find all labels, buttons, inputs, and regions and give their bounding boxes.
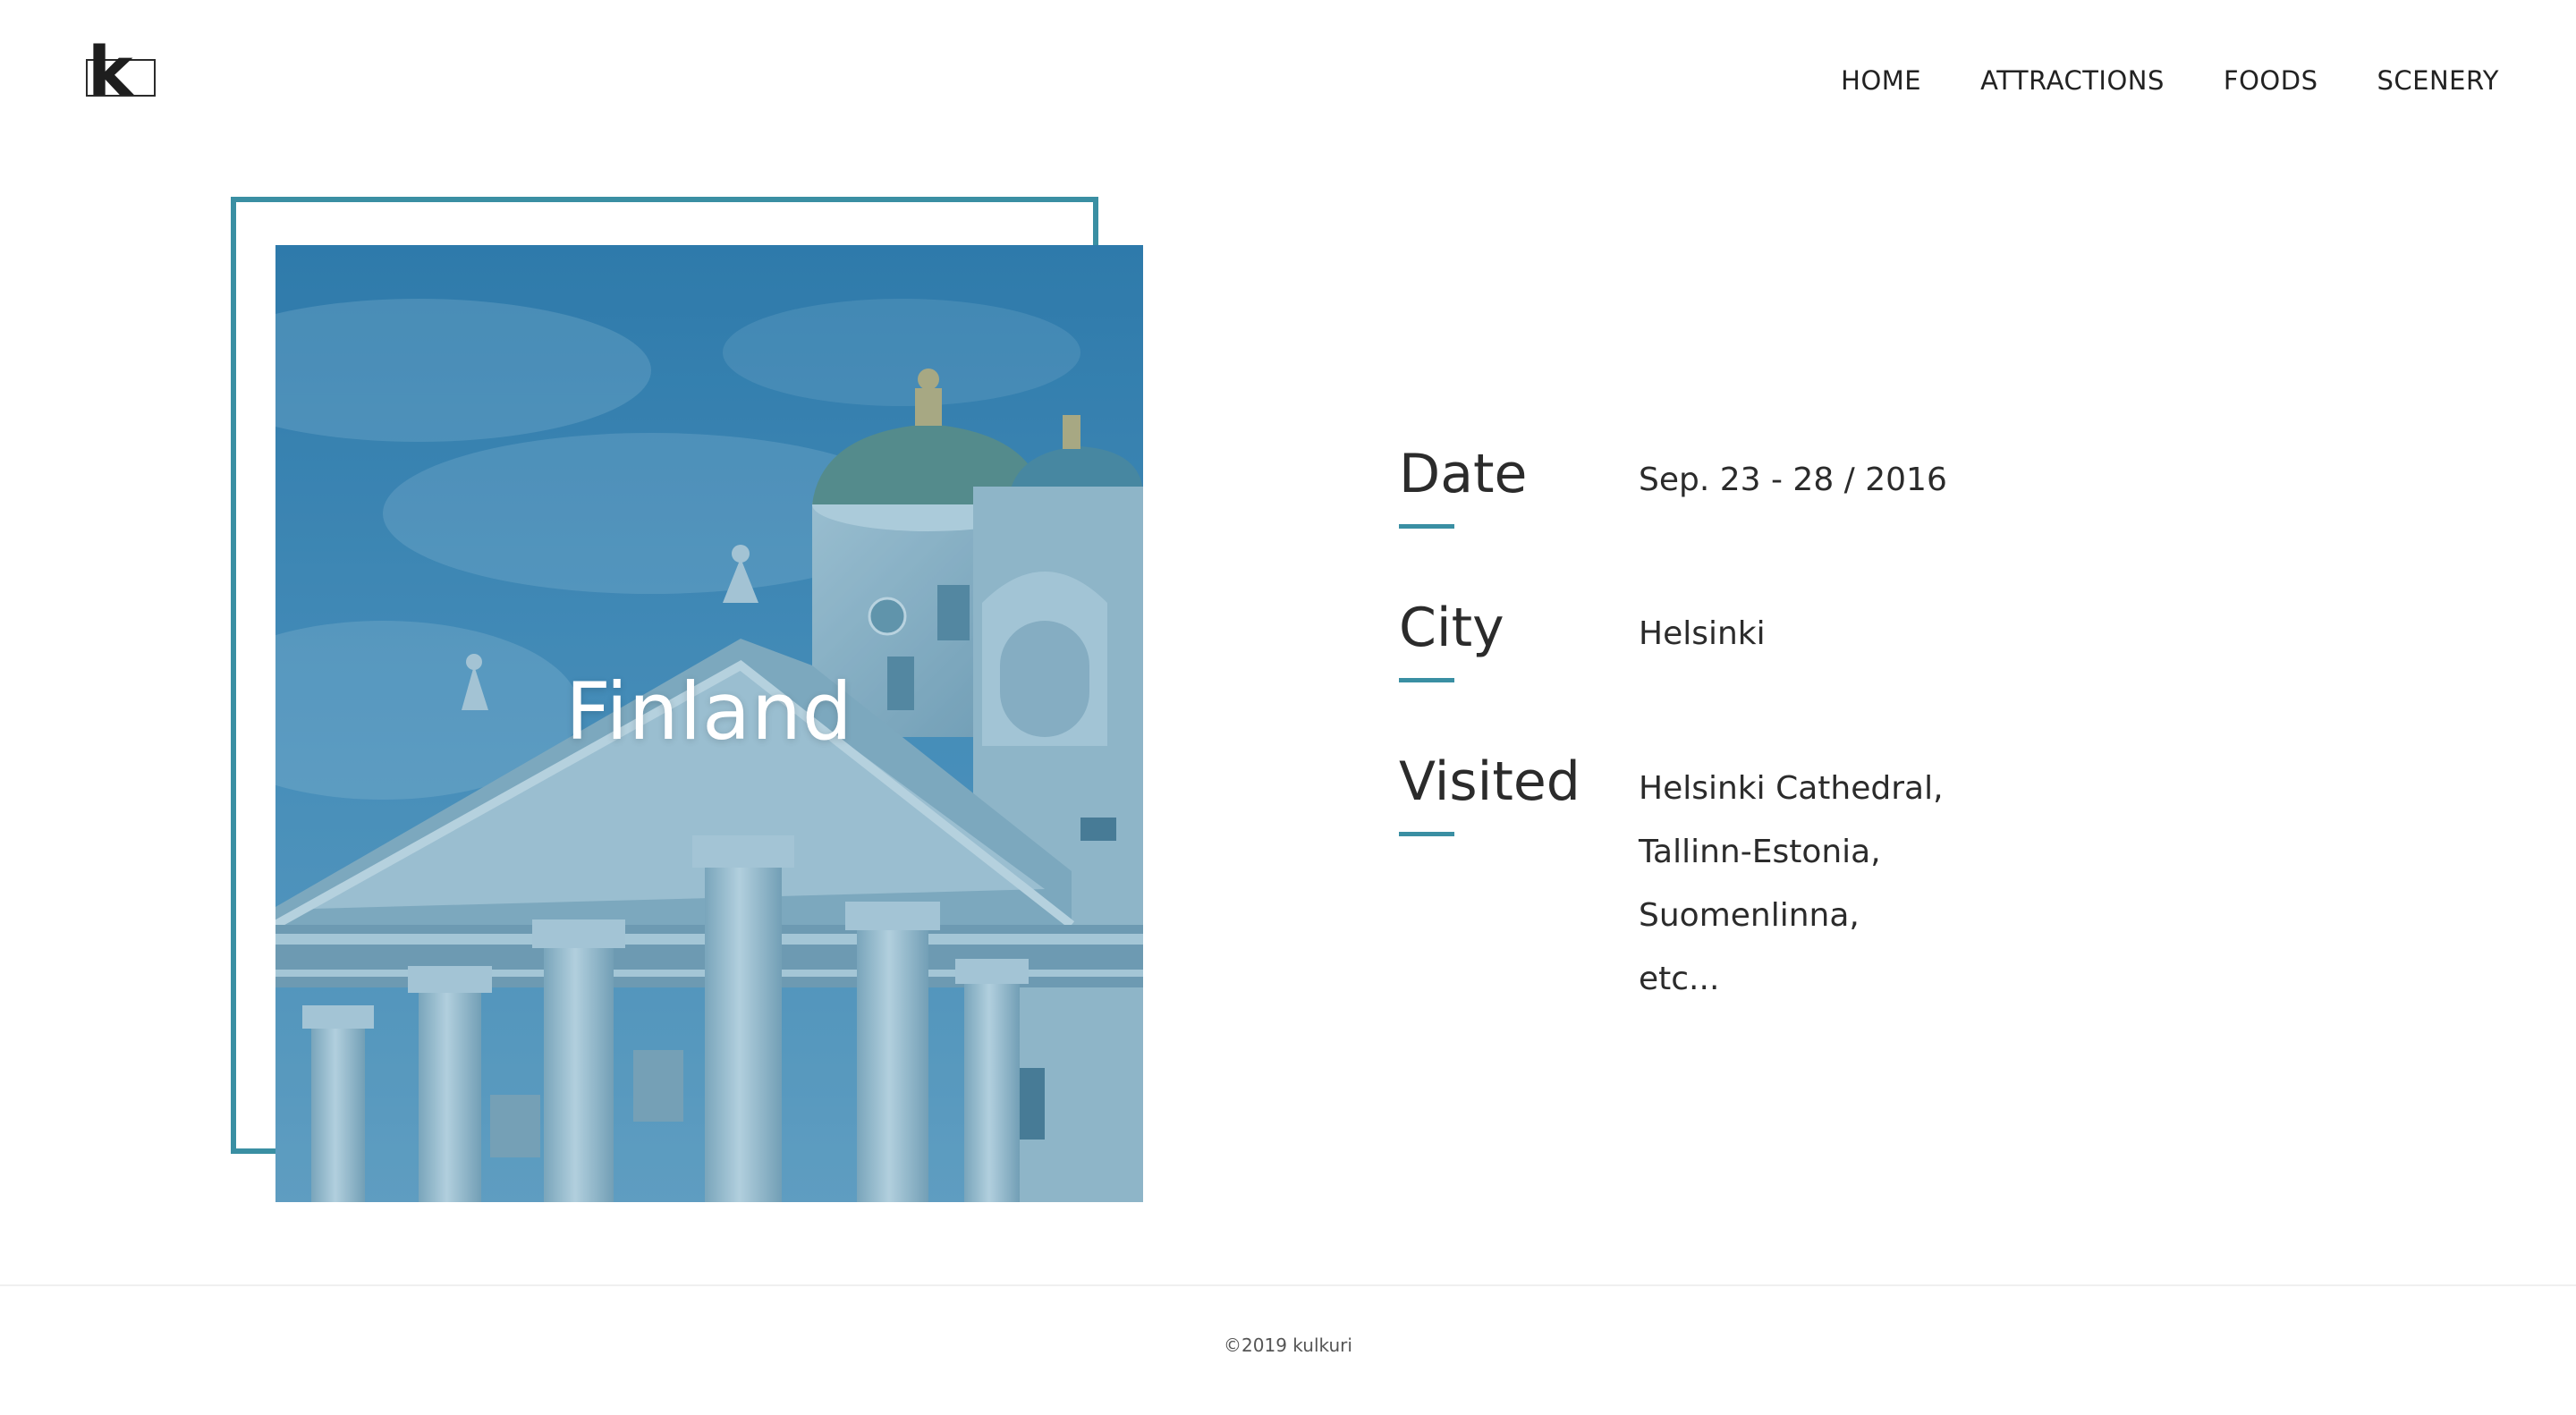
main-nav: HOME ATTRACTIONS FOODS SCENERY	[1841, 63, 2499, 98]
site-header: k HOME ATTRACTIONS FOODS SCENERY	[0, 0, 2576, 161]
visited-label-text: Visited	[1399, 750, 1580, 813]
visited-item: Suomenlinna,	[1639, 897, 1860, 934]
trip-info: Date Sep. 23 - 28 / 2016 City Helsinki V…	[1399, 438, 2204, 1011]
nav-attractions[interactable]: ATTRACTIONS	[1980, 63, 2165, 98]
hero-title: Finland	[565, 665, 853, 758]
city-label-text: City	[1399, 597, 1504, 659]
date-label-text: Date	[1399, 443, 1528, 505]
date-underline	[1399, 524, 1454, 529]
copyright-text: ©2019 kulkuri	[1224, 1335, 1352, 1356]
city-label: City	[1399, 592, 1639, 746]
info-row-date: Date Sep. 23 - 28 / 2016	[1399, 438, 2204, 592]
visited-underline	[1399, 832, 1454, 836]
city-value: Helsinki	[1639, 615, 1766, 652]
logo-letter: k	[88, 31, 133, 111]
nav-home[interactable]: HOME	[1841, 63, 1921, 98]
nav-foods[interactable]: FOODS	[2224, 63, 2318, 98]
info-row-visited: Visited Helsinki Cathedral, Tallinn-Esto…	[1399, 746, 2204, 1011]
visited-list: Helsinki Cathedral, Tallinn-Estonia, Suo…	[1639, 757, 1944, 1011]
site-logo[interactable]: k	[84, 38, 157, 107]
site-footer: ©2019 kulkuri	[0, 1284, 2576, 1415]
city-underline	[1399, 678, 1454, 682]
info-row-city: City Helsinki	[1399, 592, 2204, 746]
visited-item: Helsinki Cathedral,	[1639, 770, 1944, 807]
date-value: Sep. 23 - 28 / 2016	[1639, 462, 1947, 498]
hero-photo: Finland	[275, 245, 1143, 1202]
date-label: Date	[1399, 438, 1639, 592]
visited-item: Tallinn-Estonia,	[1639, 834, 1881, 870]
visited-label: Visited	[1399, 746, 1639, 1011]
nav-scenery[interactable]: SCENERY	[2377, 63, 2499, 98]
visited-item: etc...	[1639, 961, 1720, 997]
visited-value: Helsinki Cathedral, Tallinn-Estonia, Suo…	[1639, 746, 1944, 1011]
